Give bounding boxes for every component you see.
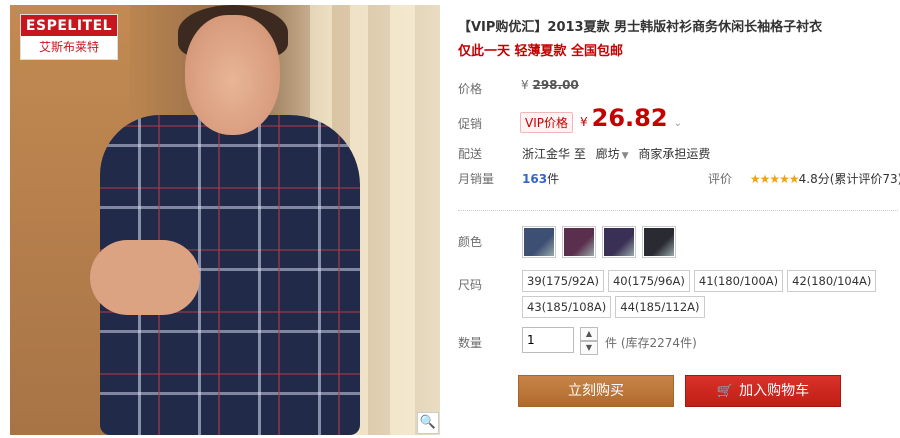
product-title: 【VIP购优汇】2013夏款 男士韩版衬衫商务休闲长袖格子衬衣 bbox=[458, 20, 823, 35]
monthly-sales-count: 163 bbox=[522, 172, 548, 186]
brand-logo: ESPELITEL 艾斯布莱特 bbox=[20, 14, 118, 60]
delivery-label: 配送 bbox=[458, 147, 483, 161]
current-price-value: 26.82 bbox=[591, 104, 668, 132]
color-swatch-fill bbox=[644, 228, 674, 256]
star-rating-icon: ★★★★★ bbox=[749, 172, 800, 186]
model-head bbox=[185, 15, 280, 135]
delivery-info: 浙江金华 至 廊坊 ▼ 商家承担运费 bbox=[522, 145, 710, 162]
size-options: 39(175/92A) 40(175/96A) 41(180/100A) 42(… bbox=[522, 270, 892, 318]
color-swatch-fill bbox=[604, 228, 634, 256]
original-price: ¥ 298.00 bbox=[521, 78, 579, 92]
product-image[interactable] bbox=[10, 5, 440, 435]
color-label: 颜色 bbox=[458, 235, 483, 249]
model-hands bbox=[90, 240, 200, 315]
vip-price-tag: VIP价格 bbox=[520, 112, 573, 133]
monthly-sales-unit: 件 bbox=[547, 172, 560, 186]
rating-score: 4.8分 bbox=[798, 172, 830, 186]
product-subtitle: 仅此一天 轻薄夏款 全国包邮 bbox=[458, 44, 624, 59]
monthly-sales-label: 月销量 bbox=[458, 172, 495, 186]
chevron-down-icon[interactable]: ⌄ bbox=[674, 118, 682, 129]
promo-label: 促销 bbox=[458, 117, 483, 131]
color-swatch[interactable] bbox=[562, 226, 596, 258]
monthly-sales: 163件 bbox=[522, 170, 559, 187]
chevron-down-icon[interactable]: ▼ bbox=[622, 151, 629, 161]
quantity-unit: 件 bbox=[605, 336, 618, 350]
current-price: ¥26.82 ⌄ bbox=[580, 104, 682, 132]
currency-symbol: ¥ bbox=[580, 115, 588, 129]
stock-info: 件 (库存2274件) bbox=[605, 334, 697, 351]
brand-logo-cn: 艾斯布莱特 bbox=[38, 40, 99, 54]
magnifier-icon[interactable]: 🔍 bbox=[417, 412, 439, 434]
color-swatch-fill bbox=[564, 228, 594, 256]
size-option[interactable]: 44(185/112A) bbox=[615, 296, 705, 318]
delivery-from: 浙江金华 至 bbox=[522, 147, 586, 161]
delivery-destination[interactable]: 廊坊 bbox=[596, 147, 620, 161]
currency-symbol: ¥ bbox=[521, 78, 529, 92]
original-price-value: 298.00 bbox=[532, 78, 579, 92]
quantity-decrease-icon[interactable]: ▼ bbox=[580, 341, 598, 355]
size-option[interactable]: 39(175/92A) bbox=[522, 270, 604, 292]
stock-count: (库存2274件) bbox=[620, 336, 697, 350]
quantity-increase-icon[interactable]: ▲ bbox=[580, 327, 598, 341]
size-option[interactable]: 41(180/100A) bbox=[693, 270, 784, 292]
color-swatch[interactable] bbox=[522, 226, 556, 258]
review-count[interactable]: (累计评价73) bbox=[830, 172, 900, 186]
color-options bbox=[522, 226, 676, 258]
delivery-fee-note: 商家承担运费 bbox=[638, 147, 711, 161]
size-label: 尺码 bbox=[458, 278, 483, 292]
color-swatch[interactable] bbox=[642, 226, 676, 258]
size-option[interactable]: 43(185/108A) bbox=[522, 296, 612, 318]
add-to-cart-label: 加入购物车 bbox=[739, 383, 810, 399]
quantity-label: 数量 bbox=[458, 336, 483, 350]
divider bbox=[458, 210, 898, 211]
add-to-cart-button[interactable]: 🛒 加入购物车 bbox=[685, 375, 841, 407]
rating-label: 评价 bbox=[708, 172, 733, 186]
color-swatch-fill bbox=[524, 228, 554, 256]
photo-light-beam bbox=[390, 5, 415, 435]
quantity-input[interactable] bbox=[522, 327, 574, 353]
size-option[interactable]: 40(175/96A) bbox=[607, 270, 690, 292]
size-option[interactable]: 42(180/104A) bbox=[787, 270, 877, 292]
rating[interactable]: 评价 ★★★★★4.8分(累计评价73) bbox=[708, 170, 900, 187]
color-swatch[interactable] bbox=[602, 226, 636, 258]
buy-now-button[interactable]: 立刻购买 bbox=[518, 375, 674, 407]
brand-logo-text: ESPELITEL bbox=[21, 15, 117, 36]
price-label: 价格 bbox=[458, 82, 483, 96]
cart-icon: 🛒 bbox=[716, 384, 734, 399]
